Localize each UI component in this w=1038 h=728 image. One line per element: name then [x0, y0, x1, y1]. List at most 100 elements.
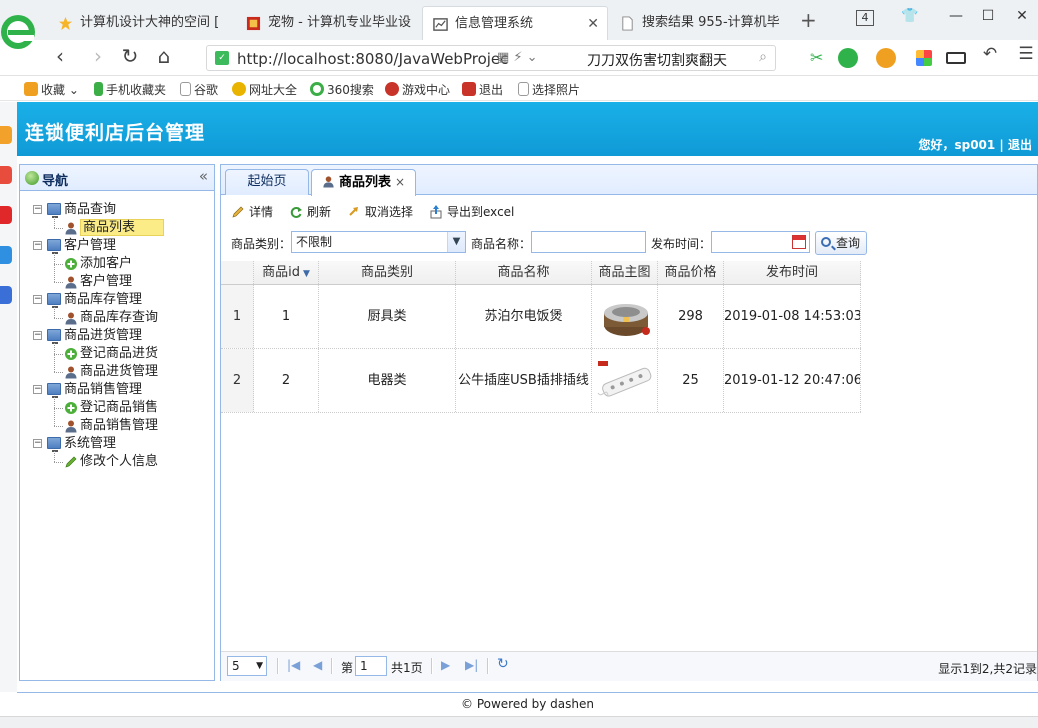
sidebar-star-icon[interactable] — [0, 126, 12, 144]
cell-image — [592, 285, 658, 348]
category-select[interactable]: 不限制 ▼ — [291, 231, 466, 253]
rice-cooker-image[interactable] — [596, 295, 656, 348]
coin-extension-icon[interactable] — [876, 48, 896, 68]
tab-home[interactable]: 起始页 — [225, 169, 309, 195]
table-row[interactable]: 1 1 厨具类 苏泊尔电饭煲 298 2019-01-08 14:53:03 — [221, 285, 861, 349]
bookmark-google[interactable]: 谷歌 — [180, 81, 218, 98]
detail-button[interactable]: 详情 — [231, 203, 273, 220]
scissors-icon[interactable]: ✂ — [810, 48, 830, 68]
nav-group-2[interactable]: − 商品库存管理 — [20, 291, 214, 309]
refresh-button[interactable]: 刷新 — [289, 203, 331, 220]
next-page-icon[interactable]: ▶ — [441, 658, 450, 672]
sort-desc-icon[interactable]: ▼ — [303, 269, 310, 279]
query-button[interactable]: 查询 — [815, 231, 867, 255]
collapse-toggle-icon[interactable]: − — [33, 295, 42, 304]
collapse-icon[interactable]: « — [199, 167, 208, 185]
bookmark-sites[interactable]: 网址大全 — [232, 81, 297, 98]
user-info[interactable]: 您好，sp001 | 退出 — [918, 136, 1032, 153]
nav-item-1-1[interactable]: 客户管理 — [20, 273, 214, 291]
page-size-select[interactable]: 5 ▼ — [227, 656, 267, 676]
unselect-button[interactable]: 取消选择 — [347, 203, 413, 220]
sidebar-weibo-icon[interactable] — [0, 206, 12, 224]
close-tab-icon[interactable]: × — [395, 175, 405, 189]
collapse-toggle-icon[interactable]: − — [33, 439, 42, 448]
close-window-icon[interactable]: ✕ — [1010, 8, 1034, 24]
collapse-toggle-icon[interactable]: − — [33, 385, 42, 394]
sidebar-cloud-icon[interactable] — [0, 286, 12, 304]
column-header[interactable]: 商品id ▼ — [254, 261, 319, 284]
browser-tab-4[interactable]: 搜索结果 955-计算机毕 — [610, 6, 796, 40]
export-button[interactable]: 导出到excel — [429, 203, 514, 220]
last-page-icon[interactable]: ▶| — [465, 658, 478, 672]
nav-group-1[interactable]: − 客户管理 — [20, 237, 214, 255]
tab-product-list[interactable]: 商品列表 × — [311, 169, 417, 196]
qr-lightning-icons[interactable]: ▦ ⚡ ⌄ — [497, 50, 538, 65]
bookmark-favorites[interactable]: 收藏 ⌄ — [24, 81, 79, 98]
nav-item-5-0[interactable]: 修改个人信息 — [20, 453, 214, 471]
minimize-icon[interactable]: — — [944, 8, 968, 24]
bookmark-logout[interactable]: 退出 — [462, 81, 503, 98]
maximize-icon[interactable]: ☐ — [976, 8, 1000, 24]
address-search-text[interactable]: 刀刀双伤害切割爽翻天 — [587, 50, 727, 70]
address-bar[interactable]: ✓ http://localhost:8080/JavaWebProjec ▦ … — [206, 45, 776, 71]
calendar-icon[interactable] — [792, 235, 806, 249]
table-row[interactable]: 2 2 电器类 公牛插座USB插排插线 25 2019-01-12 20:47:06 — [221, 349, 861, 413]
column-header[interactable]: 商品价格 — [658, 261, 724, 284]
nav-item-3-1[interactable]: 商品进货管理 — [20, 363, 214, 381]
bookmark-photos[interactable]: 选择照片 — [518, 81, 580, 98]
browser-tab-3[interactable]: 信息管理系统 ✕ — [422, 6, 608, 40]
sidebar-notes-icon[interactable] — [0, 166, 12, 184]
bookmark-360[interactable]: 360搜索 — [310, 81, 374, 98]
nav-group-3[interactable]: − 商品进货管理 — [20, 327, 214, 345]
nav-item-1-0[interactable]: 添加客户 — [20, 255, 214, 273]
translate-extension-icon[interactable] — [838, 48, 858, 68]
sidebar-chat-icon[interactable] — [0, 246, 12, 264]
reload-page-icon[interactable]: ↻ — [497, 656, 509, 672]
reload-icon[interactable]: ↻ — [118, 44, 142, 68]
nav-group-5[interactable]: − 系统管理 — [20, 435, 214, 453]
nav-group-4[interactable]: − 商品销售管理 — [20, 381, 214, 399]
browser-tab-2[interactable]: 宠物 - 计算机专业毕业设 — [236, 6, 422, 40]
collapse-toggle-icon[interactable]: − — [33, 241, 42, 250]
collapse-toggle-icon[interactable]: − — [33, 205, 42, 214]
cell-id: 2 — [254, 349, 319, 412]
page-number-input[interactable]: 1 — [355, 656, 387, 676]
column-header[interactable]: 发布时间 — [724, 261, 861, 284]
close-tab-icon[interactable]: ✕ — [587, 7, 599, 40]
nav-item-2-0[interactable]: 商品库存查询 — [20, 309, 214, 327]
search-icon[interactable]: ⌕ — [759, 49, 767, 65]
nav-item-4-1[interactable]: 商品销售管理 — [20, 417, 214, 435]
column-header[interactable]: 商品名称 — [456, 261, 592, 284]
undo-icon[interactable]: ↶ — [978, 44, 1002, 64]
browser-tab-1[interactable]: 计算机设计大神的空间 [ — [48, 6, 233, 40]
battery-icon[interactable] — [946, 52, 966, 64]
prev-page-icon[interactable]: ◀ — [313, 658, 322, 672]
date-input[interactable] — [711, 231, 810, 253]
chevron-down-icon[interactable]: ▼ — [447, 232, 465, 252]
bookmark-games[interactable]: 游戏中心 — [385, 81, 450, 98]
power-strip-image[interactable] — [596, 359, 656, 412]
tab-count-badge[interactable]: 4 — [856, 10, 874, 26]
nav-item-3-0[interactable]: 登记商品进货 — [20, 345, 214, 363]
monitor-icon — [47, 329, 61, 344]
apps-grid-icon[interactable] — [916, 50, 932, 66]
nav-title: 导航 — [42, 174, 69, 189]
star-icon — [24, 82, 38, 96]
new-tab-button[interactable]: + — [800, 8, 817, 32]
nav-group-0[interactable]: − 商品查询 — [20, 201, 214, 219]
bookmark-mobile[interactable]: 手机收藏夹 — [94, 81, 166, 98]
shirt-icon[interactable]: 👕 — [898, 8, 922, 24]
back-icon[interactable]: ‹ — [48, 44, 72, 68]
name-input[interactable] — [531, 231, 646, 253]
forward-icon[interactable]: › — [86, 44, 110, 68]
url-text[interactable]: http://localhost:8080/JavaWebProjec — [237, 50, 508, 68]
first-page-icon[interactable]: |◀ — [287, 658, 300, 672]
collapse-toggle-icon[interactable]: − — [33, 331, 42, 340]
home-icon[interactable]: ⌂ — [152, 44, 176, 68]
nav-item-0-0[interactable]: 商品列表 — [20, 219, 214, 237]
menu-icon[interactable]: ☰ — [1014, 44, 1038, 64]
column-header[interactable]: 商品主图 — [592, 261, 658, 284]
column-header[interactable]: 商品类别 — [319, 261, 456, 284]
nav-item-4-0[interactable]: 登记商品销售 — [20, 399, 214, 417]
pager-info: 显示1到2,共2记录 — [938, 662, 1037, 676]
